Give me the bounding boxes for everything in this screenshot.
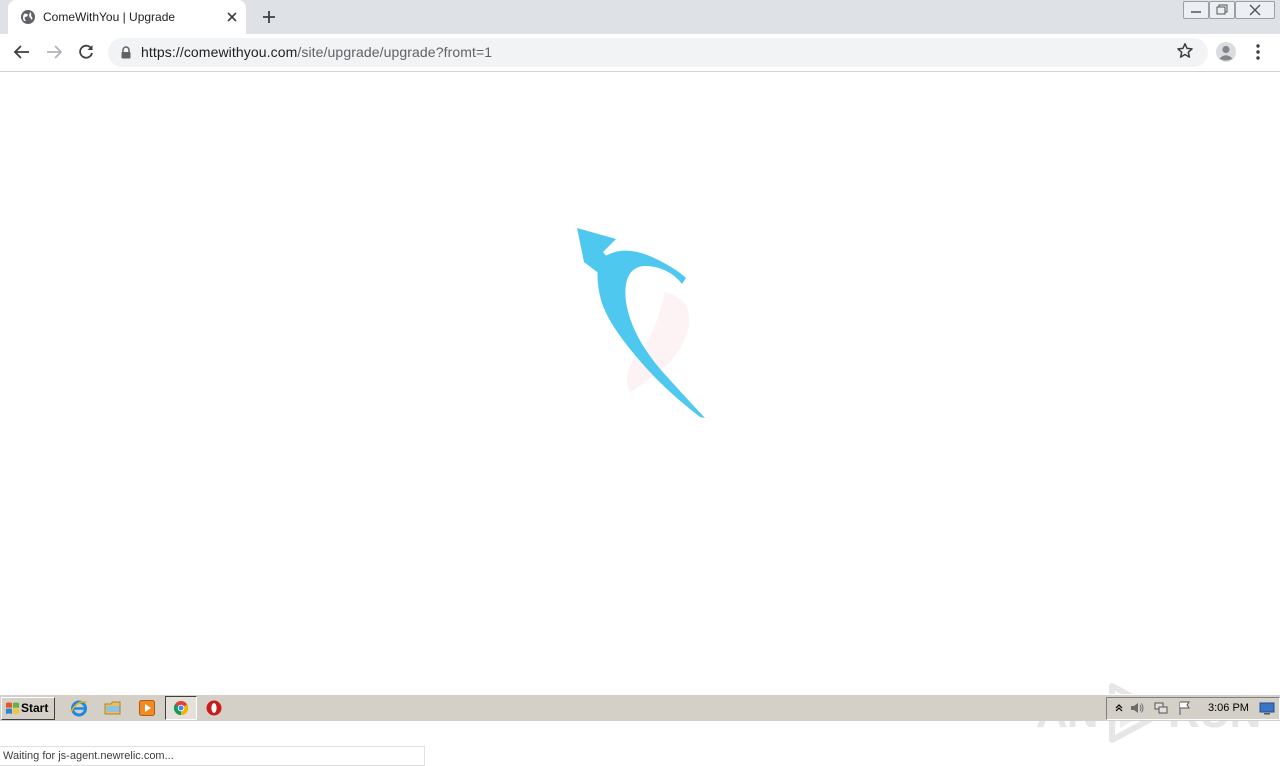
new-tab-icon[interactable] (260, 8, 278, 26)
globe-icon (21, 10, 35, 24)
system-tray: 3:06 PM (1106, 697, 1280, 720)
reload-icon[interactable] (76, 42, 96, 62)
minimize-icon (1191, 11, 1201, 13)
browser-tab-strip: ComeWithYou | Upgrade (0, 0, 1280, 34)
window-minimize-button[interactable] (1183, 1, 1209, 19)
start-label: Start (21, 701, 49, 715)
lock-icon (121, 46, 131, 59)
restore-icon (1216, 4, 1228, 15)
action-center-flag-icon[interactable] (1177, 700, 1193, 716)
show-hidden-icons-icon[interactable] (1111, 700, 1127, 716)
internet-explorer-icon[interactable] (69, 698, 89, 718)
opera-icon[interactable] (204, 698, 224, 718)
file-explorer-icon[interactable] (103, 698, 123, 718)
status-text: Waiting for js-agent.newrelic.com... (3, 750, 174, 762)
window-restore-button[interactable] (1209, 1, 1235, 19)
chrome-icon (173, 701, 189, 716)
forward-arrow-icon[interactable] (44, 42, 64, 62)
url-text: https://comewithyou.com/site/upgrade/upg… (141, 44, 492, 60)
media-player-icon[interactable] (137, 698, 157, 718)
taskbar-clock[interactable]: 3:06 PM (1208, 702, 1249, 714)
url-host: https://comewithyou.com (141, 44, 298, 60)
address-bar[interactable]: https://comewithyou.com/site/upgrade/upg… (108, 38, 1208, 67)
windows-taskbar: Start 3:06 PM (0, 694, 1280, 721)
status-bar: Waiting for js-agent.newrelic.com... (0, 746, 425, 766)
back-arrow-icon[interactable] (12, 42, 32, 62)
chrome-taskbar-button[interactable] (165, 696, 197, 720)
show-desktop-icon[interactable] (1259, 700, 1275, 716)
network-icon[interactable] (1153, 700, 1169, 716)
volume-icon[interactable] (1129, 700, 1145, 716)
start-button[interactable]: Start (1, 697, 55, 720)
bookmark-star-icon[interactable] (1176, 42, 1194, 60)
window-close-button[interactable] (1235, 1, 1275, 19)
url-path: /site/upgrade/upgrade?fromt=1 (297, 44, 493, 60)
browser-toolbar: https://comewithyou.com/site/upgrade/upg… (0, 34, 1280, 72)
close-icon (1249, 4, 1261, 16)
page-viewport: Waiting for js-agent.newrelic.com... ANY… (0, 72, 1280, 766)
browser-tab[interactable]: ComeWithYou | Upgrade (8, 0, 246, 34)
tab-title: ComeWithYou | Upgrade (43, 10, 176, 24)
loading-arrow-logo-icon (577, 228, 705, 418)
profile-avatar-icon[interactable] (1215, 41, 1237, 63)
close-tab-icon[interactable] (224, 9, 240, 25)
windows-logo-icon (6, 702, 19, 714)
kebab-menu-icon[interactable] (1250, 42, 1266, 62)
